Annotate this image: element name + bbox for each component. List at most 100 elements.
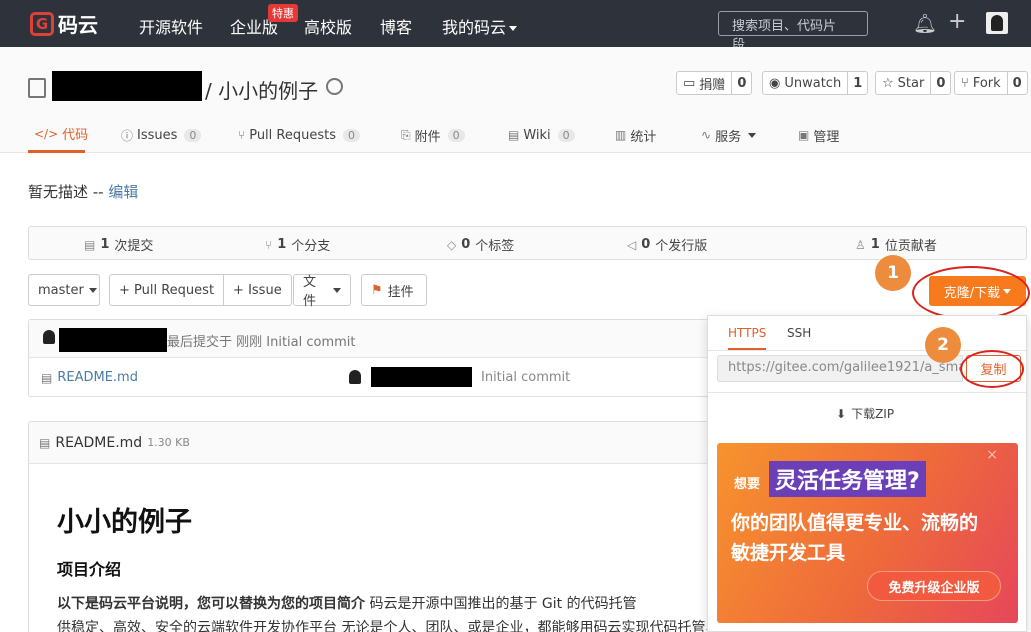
download-zip-label: 下载ZIP <box>851 407 895 421</box>
latest-commit-row: 最后提交于 刚刚 Initial commit <box>29 320 717 358</box>
chevron-down-icon <box>509 26 518 31</box>
ad-highlight: 灵活任务管理? <box>769 461 926 497</box>
commit-icon: ▤ <box>84 237 96 252</box>
download-zip-link[interactable]: ⬇ 下载ZIP <box>836 405 894 422</box>
star-button[interactable]: ☆ Star 0 <box>875 71 952 95</box>
contributors-label: 位贡献者 <box>884 239 937 254</box>
tab-wiki[interactable]: ▤ Wiki 0 <box>508 117 575 153</box>
committer-avatar[interactable] <box>41 330 57 348</box>
repo-icon <box>28 78 46 98</box>
branches-label: 个分支 <box>291 239 331 254</box>
pr-count: 0 <box>343 128 360 142</box>
latest-commit-text[interactable]: 最后提交于 刚刚 Initial commit <box>167 331 356 350</box>
ad-line-1: 你的团队值得更专业、流畅的 <box>731 512 979 534</box>
readme-panel: ▤ README.md 1.30 KB 小小的例子 项目介绍 以下是码云平台说明… <box>28 421 859 632</box>
logo[interactable]: G 码云 <box>30 9 110 38</box>
tab-issues[interactable]: ⓘ Issues 0 <box>121 117 202 153</box>
tab-pr-label: Pull Requests <box>249 127 336 143</box>
tab-wiki-label: Wiki <box>523 127 551 143</box>
nav-blog[interactable]: 博客 <box>380 14 412 38</box>
tab-code-label: 代码 <box>62 128 89 143</box>
enterprise-ad-banner[interactable]: × 想要 灵活任务管理? 你的团队值得更专业、流畅的 敏捷开发工具 免费升级企业… <box>717 443 1018 623</box>
code-icon: </> <box>34 126 59 141</box>
redacted-owner <box>52 71 202 101</box>
readme-paragraph: 以下是码云平台说明，您可以替换为您的项目简介 码云是开源中国推出的基于 Git … <box>57 592 859 632</box>
star-icon: ☆ <box>882 75 894 91</box>
tag-icon: ◇ <box>447 237 457 252</box>
branch-label: master <box>38 282 84 298</box>
pull-request-icon: ⑂ <box>238 128 246 142</box>
donate-icon: ▭ <box>683 75 696 91</box>
edit-description-link[interactable]: 编辑 <box>108 183 138 201</box>
top-navbar: G 码云 开源软件 企业版 特惠 高校版 博客 我的码云 搜索项目、代码片段..… <box>0 0 1031 53</box>
bell-icon[interactable]: 🔔︎ <box>913 12 937 35</box>
tab-code[interactable]: </> 代码 <box>28 117 89 153</box>
close-icon[interactable]: × <box>986 447 998 463</box>
description-text: 暂无描述 -- <box>28 183 109 201</box>
new-issue-button[interactable]: + Issue <box>223 275 291 305</box>
stat-tags[interactable]: ◇ 0 个标签 <box>447 235 514 254</box>
file-row-readme[interactable]: ▤ README.md <box>41 370 138 385</box>
star-count: 0 <box>930 72 950 94</box>
chevron-down-icon <box>333 287 341 293</box>
avatar[interactable] <box>986 12 1008 34</box>
tab-ssh[interactable]: SSH <box>787 326 811 340</box>
repo-name[interactable]: / 小小的例子 <box>205 75 318 104</box>
file-icon: ▤ <box>39 435 51 450</box>
widget-button[interactable]: ⚑ 挂件 <box>361 274 427 306</box>
upgrade-enterprise-button[interactable]: 免费升级企业版 <box>867 571 1001 601</box>
pr-issue-group: + Pull Request + Issue <box>109 274 292 306</box>
tab-issues-label: Issues <box>137 127 178 143</box>
file-list: 最后提交于 刚刚 Initial commit ▤ README.md Initi… <box>28 319 718 397</box>
files-label: 文件 <box>303 275 317 309</box>
fork-button[interactable]: ⑂ Fork 0 <box>954 71 1028 95</box>
tab-pull-requests[interactable]: ⑂ Pull Requests 0 <box>238 117 360 153</box>
watch-count: 1 <box>847 72 867 94</box>
nav-opensource[interactable]: 开源软件 <box>139 14 203 38</box>
readme-filename[interactable]: README.md <box>55 435 142 451</box>
stat-releases[interactable]: ◁ 0 个发行版 <box>627 235 707 254</box>
tab-https[interactable]: HTTPS <box>728 326 767 350</box>
chevron-down-icon <box>748 132 757 138</box>
tab-manage-label: 管理 <box>813 129 840 145</box>
branch-icon: ⑂ <box>265 237 273 252</box>
annotation-number-1: 1 <box>875 255 911 291</box>
readme-title: 小小的例子 <box>57 507 192 538</box>
stat-commits[interactable]: ▤ 1 次提交 <box>84 235 153 254</box>
annotation-circle-copy <box>960 350 1024 388</box>
attachments-count: 0 <box>447 128 465 142</box>
attachment-icon: ⎘ <box>401 127 411 142</box>
files-dropdown[interactable]: 文件 <box>293 274 351 309</box>
redacted-committer <box>59 328 167 352</box>
commits-num: 1 <box>100 237 110 252</box>
tab-manage[interactable]: ▣ 管理 <box>798 117 839 153</box>
nav-education[interactable]: 高校版 <box>304 14 352 38</box>
avatar-figure <box>991 15 1003 31</box>
tab-services[interactable]: ∿ 服务 <box>701 117 757 153</box>
unwatch-button[interactable]: ◉ Unwatch 1 <box>762 71 869 95</box>
file-committer-avatar[interactable] <box>347 370 363 388</box>
donate-button[interactable]: ▭ 捐赠 0 <box>676 71 753 95</box>
search-input[interactable]: 搜索项目、代码片段... <box>718 11 868 53</box>
branch-select[interactable]: master <box>28 274 100 306</box>
readme-section-heading: 项目介绍 <box>57 560 122 579</box>
repo-header: / 小小的例子 ▭ 捐赠 0 ◉ Unwatch 1 ☆ Star 0 ⑂ Fork 0… <box>0 47 1031 153</box>
download-icon: ⬇ <box>836 406 847 421</box>
tab-stats-label: 统计 <box>630 129 657 145</box>
new-pull-request-button[interactable]: + Pull Request <box>110 275 223 305</box>
annotation-number-2: 2 <box>925 327 961 363</box>
file-commit-message[interactable]: Initial commit <box>481 370 570 385</box>
annotation-circle-clone <box>912 266 1030 320</box>
stat-contributors[interactable]: ♙ 1 位贡献者 <box>855 235 937 254</box>
tab-stats[interactable]: ▥ 统计 <box>615 117 656 153</box>
fork-count: 0 <box>1006 72 1027 94</box>
clone-url-input[interactable]: https://gitee.com/galilee1921/a_small_ex… <box>717 355 963 382</box>
tab-attachments[interactable]: ⎘ 附件 0 <box>401 117 465 153</box>
plus-icon[interactable]: + <box>948 9 966 34</box>
enterprise-badge: 特惠 <box>268 4 298 22</box>
widget-label: 挂件 <box>387 284 414 300</box>
stat-branches[interactable]: ⑂ 1 个分支 <box>265 235 330 254</box>
nav-my-gitee[interactable]: 我的码云 <box>442 14 518 38</box>
committer-avatar-figure <box>43 330 55 344</box>
issues-count: 0 <box>184 128 202 142</box>
